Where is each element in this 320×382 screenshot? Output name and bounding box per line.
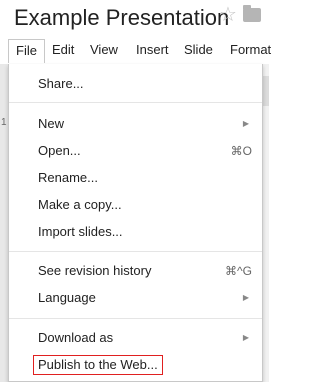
separator (9, 102, 262, 103)
menu-insert[interactable]: Insert (136, 39, 169, 63)
file-menu-dropdown: Share... New ▶ Open... ⌘O Rename... Make… (8, 64, 263, 382)
menu-item-open[interactable]: Open... ⌘O (9, 138, 262, 164)
submenu-arrow-icon: ▶ (242, 333, 249, 342)
menu-item-import-slides-label: Import slides... (38, 224, 123, 239)
menu-item-share-label: Share... (38, 76, 84, 91)
star-icon[interactable]: ☆ (219, 3, 237, 27)
menu-item-make-copy-label: Make a copy... (38, 197, 122, 212)
left-ruler: 1 (0, 64, 8, 382)
menu-item-language-label: Language (38, 290, 96, 305)
menu-item-publish[interactable]: Publish to the Web... (9, 352, 262, 378)
title-bar: Example Presentation ☆ (0, 0, 269, 38)
menubar: File Edit View Insert Slide Format (0, 38, 271, 64)
menu-item-new-label: New (38, 116, 65, 131)
open-shortcut: ⌘O (230, 144, 252, 158)
menu-item-download-as-label: Download as (38, 330, 114, 345)
separator (9, 318, 262, 319)
right-panel-edge (263, 64, 269, 382)
menu-item-open-label: Open... (38, 143, 81, 158)
menu-view[interactable]: View (90, 39, 118, 63)
menu-item-download-as[interactable]: Download as ▶ (9, 325, 262, 351)
menu-item-language[interactable]: Language ▶ (9, 285, 262, 311)
menu-item-share[interactable]: Share... (9, 71, 262, 97)
menu-format[interactable]: Format (230, 39, 271, 63)
revision-history-shortcut: ⌘^G (225, 264, 252, 278)
menu-item-revision-history-label: See revision history (38, 263, 152, 278)
menu-item-publish-label: Publish to the Web... (33, 355, 163, 375)
menu-item-rename-label: Rename... (38, 170, 98, 185)
menu-slide[interactable]: Slide (184, 39, 213, 63)
menu-item-import-slides[interactable]: Import slides... (9, 219, 262, 245)
ruler-number: 1 (1, 117, 7, 128)
document-title[interactable]: Example Presentation (14, 5, 229, 31)
submenu-arrow-icon: ▶ (242, 293, 249, 302)
menu-item-new[interactable]: New ▶ (9, 111, 262, 137)
submenu-arrow-icon: ▶ (242, 119, 249, 128)
folder-icon[interactable] (243, 5, 261, 22)
menu-item-revision-history[interactable]: See revision history ⌘^G (9, 258, 262, 284)
menu-file[interactable]: File (8, 39, 45, 63)
separator (9, 251, 262, 252)
menu-edit[interactable]: Edit (52, 39, 74, 63)
right-panel-block (263, 76, 269, 106)
menu-item-make-copy[interactable]: Make a copy... (9, 192, 262, 218)
menu-item-rename[interactable]: Rename... (9, 165, 262, 191)
